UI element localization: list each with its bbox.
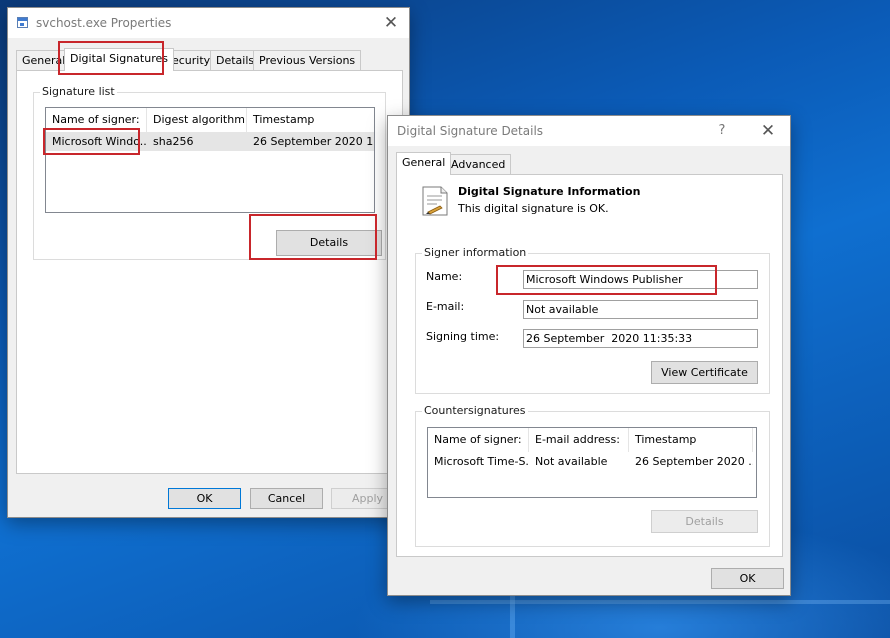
tab-advanced[interactable]: Advanced bbox=[445, 154, 512, 175]
signature-list[interactable]: Name of signer: Digest algorithm Timesta… bbox=[45, 107, 375, 213]
countersignature-details-button[interactable]: Details bbox=[651, 510, 758, 533]
email-field[interactable]: Not available bbox=[523, 300, 758, 319]
email-label: E-mail: bbox=[426, 300, 465, 313]
signing-time-label: Signing time: bbox=[426, 330, 500, 343]
signature-status-text: This digital signature is OK. bbox=[458, 202, 609, 215]
help-icon[interactable]: ? bbox=[710, 120, 734, 142]
signature-info-heading: Digital Signature Information bbox=[458, 185, 641, 198]
column-header-email-address[interactable]: E-mail address: bbox=[529, 428, 629, 452]
countersignatures-list[interactable]: Name of signer: E-mail address: Timestam… bbox=[427, 427, 757, 498]
details-button[interactable]: Details bbox=[276, 230, 382, 256]
tab-digital-signatures[interactable]: Digital Signatures bbox=[64, 48, 174, 71]
executable-file-icon bbox=[17, 17, 28, 28]
ok-button[interactable]: OK bbox=[168, 488, 241, 509]
desktop-light-beam-horizontal bbox=[430, 600, 890, 604]
timestamp-cell: 26 September 2020 ... bbox=[635, 455, 753, 468]
column-header-signer-name[interactable]: Name of signer: bbox=[428, 428, 529, 452]
general-tab-page: Digital Signature Information This digit… bbox=[396, 174, 783, 557]
countersignatures-list-header: Name of signer: E-mail address: Timestam… bbox=[428, 428, 756, 452]
name-label: Name: bbox=[426, 270, 463, 283]
close-icon[interactable]: ✕ bbox=[754, 120, 782, 142]
signature-details-window-title: Digital Signature Details bbox=[397, 124, 544, 138]
countersignatures-label: Countersignatures bbox=[422, 404, 528, 417]
list-item[interactable]: Microsoft Windo... sha256 26 September 2… bbox=[46, 132, 374, 151]
signer-name-cell: Microsoft Windo... bbox=[52, 135, 147, 148]
signature-list-header: Name of signer: Digest algorithm Timesta… bbox=[46, 108, 374, 132]
signature-list-group: Signature list Name of signer: Digest al… bbox=[33, 85, 386, 260]
tab-previous-versions[interactable]: Previous Versions bbox=[253, 50, 362, 71]
properties-window-title: svchost.exe Properties bbox=[36, 16, 172, 30]
ok-button[interactable]: OK bbox=[711, 568, 784, 589]
certificate-icon bbox=[422, 186, 448, 216]
timestamp-cell: 26 September 2020 1... bbox=[253, 135, 375, 148]
tab-general[interactable]: General bbox=[396, 152, 452, 175]
digital-signatures-tab-page: Signature list Name of signer: Digest al… bbox=[16, 70, 403, 474]
column-header-timestamp[interactable]: Timestamp bbox=[247, 108, 374, 132]
signer-information-label: Signer information bbox=[422, 246, 529, 259]
column-header-timestamp[interactable]: Timestamp bbox=[629, 428, 753, 452]
signer-name-field[interactable]: Microsoft Windows Publisher bbox=[523, 270, 758, 289]
cancel-button[interactable]: Cancel bbox=[250, 488, 323, 509]
close-icon[interactable]: ✕ bbox=[377, 12, 405, 34]
desktop-light-beam-vertical bbox=[510, 590, 515, 638]
view-certificate-button[interactable]: View Certificate bbox=[651, 361, 758, 384]
email-address-cell: Not available bbox=[535, 455, 608, 468]
signer-name-cell: Microsoft Time-S... bbox=[434, 455, 529, 468]
signing-time-field[interactable]: 26 September 2020 11:35:33 bbox=[523, 329, 758, 348]
countersignatures-group: Countersignatures Name of signer: E-mail… bbox=[415, 404, 770, 547]
properties-window: svchost.exe Properties ✕ General Digital… bbox=[7, 7, 410, 518]
list-item[interactable]: Microsoft Time-S... Not available 26 Sep… bbox=[428, 452, 756, 471]
signer-information-group: Signer information Name: Microsoft Windo… bbox=[415, 246, 770, 394]
column-header-digest-algorithm[interactable]: Digest algorithm bbox=[147, 108, 247, 132]
signature-details-window: Digital Signature Details ? ✕ General Ad… bbox=[387, 115, 791, 596]
signature-list-label: Signature list bbox=[40, 85, 117, 98]
signature-details-titlebar[interactable]: Digital Signature Details ? ✕ bbox=[388, 116, 790, 146]
properties-titlebar[interactable]: svchost.exe Properties ✕ bbox=[8, 8, 409, 38]
column-header-signer-name[interactable]: Name of signer: bbox=[46, 108, 147, 132]
digest-algorithm-cell: sha256 bbox=[153, 135, 194, 148]
